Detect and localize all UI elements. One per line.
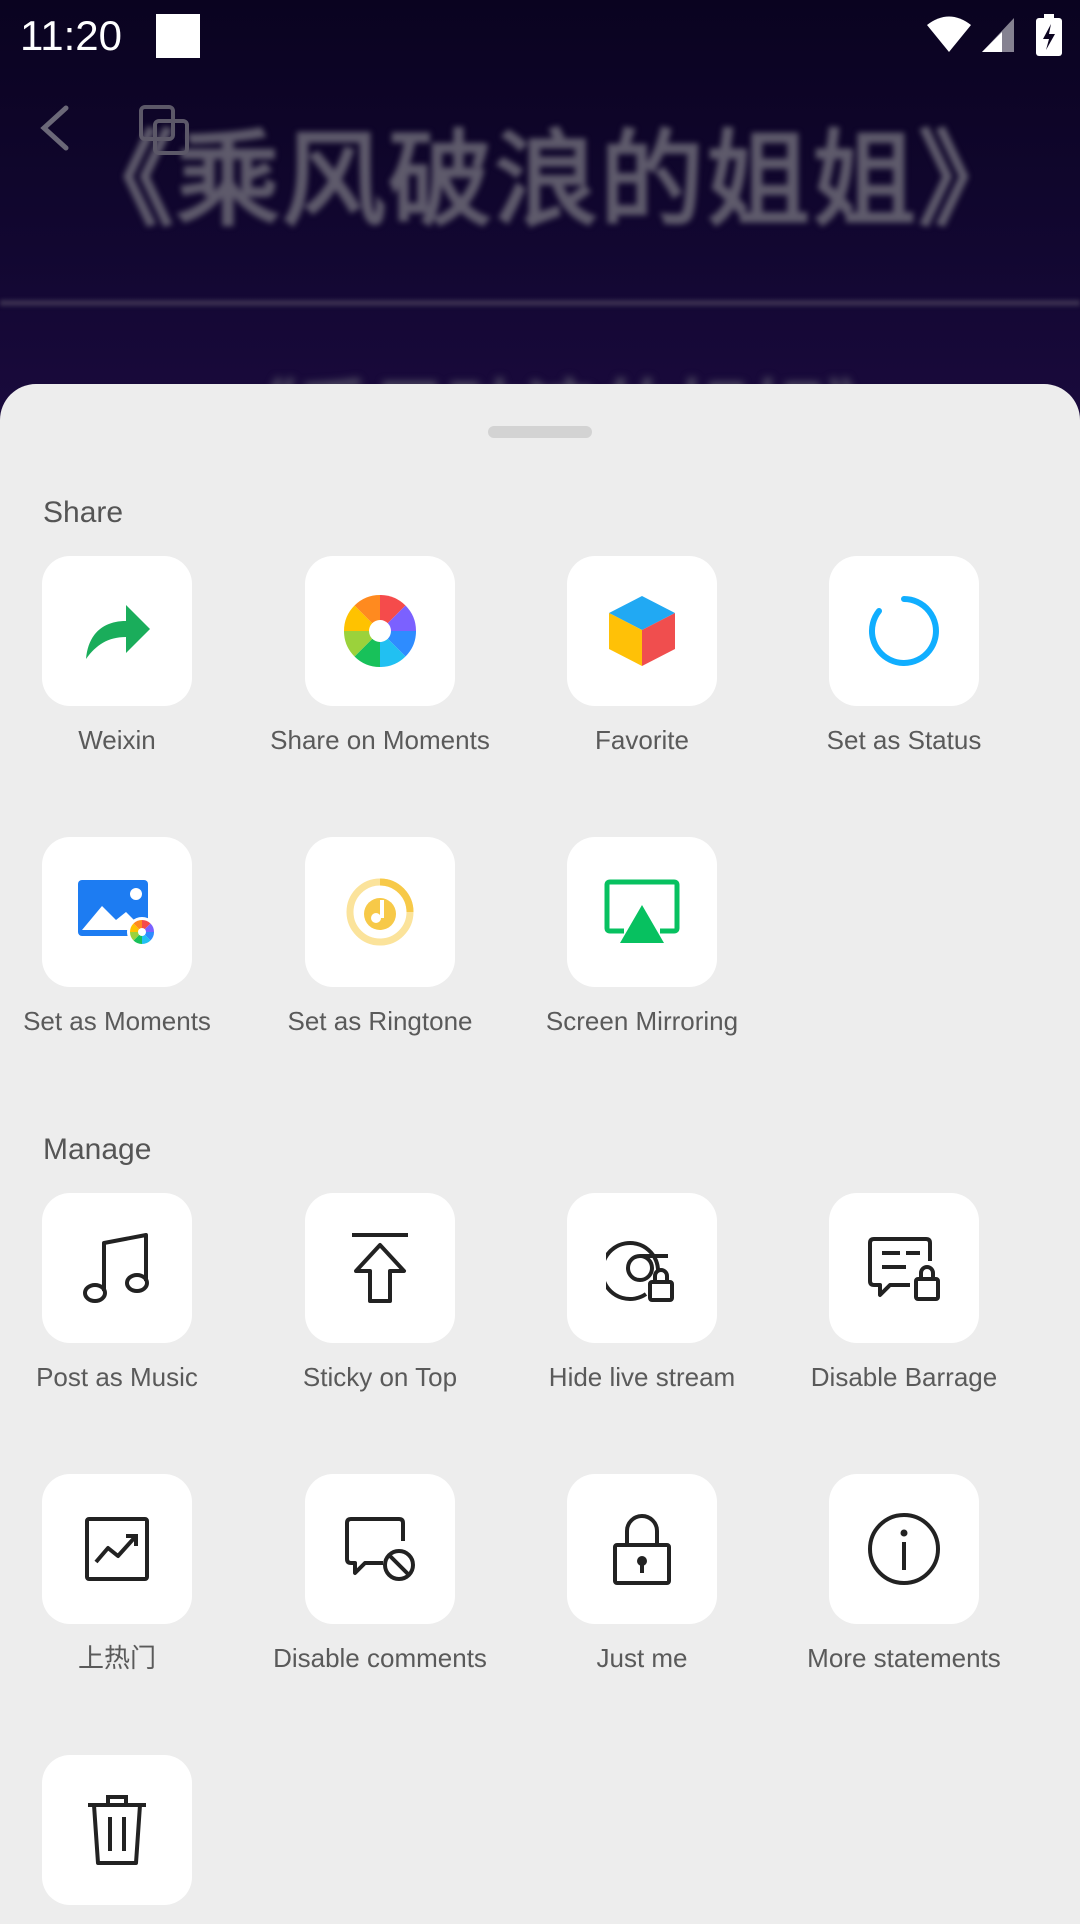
sheet-drag-handle[interactable]	[488, 426, 592, 438]
hide-live-stream-tile[interactable]	[567, 1193, 717, 1343]
favorite-tile[interactable]	[567, 556, 717, 706]
screen-mirroring-icon	[604, 879, 680, 943]
more-statements-label: More statements	[807, 1643, 1001, 1673]
ringtone-tile[interactable]	[305, 837, 455, 987]
screen-mirroring-label: Screen Mirroring	[545, 1006, 739, 1036]
just-me-tile[interactable]	[567, 1474, 717, 1624]
background-divider	[0, 300, 1080, 306]
sticky-top-icon	[352, 1233, 408, 1303]
disable-comments-tile[interactable]	[305, 1474, 455, 1624]
more-statements-button[interactable]: More statements	[773, 1474, 1035, 1676]
screen-mirroring-button[interactable]: Screen Mirroring	[511, 837, 773, 1039]
set-as-status-label: Set as Status	[826, 725, 982, 755]
disable-barrage-icon	[868, 1237, 940, 1301]
sticky-on-top-tile[interactable]	[305, 1193, 455, 1343]
weixin-tile[interactable]	[42, 556, 192, 706]
share-section-title: Share	[43, 496, 124, 529]
trending-icon	[85, 1517, 149, 1581]
disable-comments-label: Disable comments	[273, 1643, 487, 1673]
status-time: 11:20	[20, 12, 122, 59]
disable-barrage-tile[interactable]	[829, 1193, 979, 1343]
share-sheet: Share Weixin Share on Moments Favorite S…	[0, 384, 1080, 1924]
background-title: 《乘风破浪的姐姐》	[70, 119, 1025, 241]
wifi-icon	[927, 16, 971, 52]
trash-icon	[88, 1795, 146, 1865]
just-me-button[interactable]: Just me	[511, 1474, 773, 1676]
moments-shutter-icon	[343, 594, 417, 668]
favorite-label: Favorite	[595, 725, 689, 755]
post-as-music-button[interactable]: Post as Music	[0, 1193, 248, 1395]
set-as-ringtone-button[interactable]: Set as Ringtone	[249, 837, 511, 1039]
moments-tile[interactable]	[305, 556, 455, 706]
disable-comments-icon	[345, 1517, 415, 1581]
disable-barrage-label: Disable Barrage	[810, 1362, 998, 1392]
set-as-ringtone-label: Set as Ringtone	[287, 1006, 473, 1036]
image-moments-icon	[78, 880, 157, 947]
sticky-on-top-button[interactable]: Sticky on Top	[249, 1193, 511, 1395]
delete-button[interactable]	[0, 1755, 248, 1921]
signal-icon	[982, 18, 1014, 52]
cast-icon[interactable]	[138, 104, 190, 156]
sticky-on-top-label: Sticky on Top	[302, 1362, 458, 1392]
status-ring-icon	[869, 596, 939, 666]
music-note-icon	[83, 1233, 149, 1303]
screen-mirroring-tile[interactable]	[567, 837, 717, 987]
share-arrow-icon	[86, 605, 150, 659]
battery-icon	[1036, 14, 1062, 56]
disable-comments-button[interactable]: Disable comments	[249, 1474, 511, 1676]
set-as-moments-button[interactable]: Set as Moments	[0, 837, 248, 1039]
share-on-moments-button[interactable]: Share on Moments	[249, 556, 511, 758]
status-bar: 11:20	[0, 0, 1080, 74]
set-as-status-button[interactable]: Set as Status	[773, 556, 1035, 758]
hide-live-stream-label: Hide live stream	[548, 1362, 736, 1392]
ringtone-icon	[346, 878, 414, 946]
status-tile[interactable]	[829, 556, 979, 706]
trending-tile[interactable]	[42, 1474, 192, 1624]
weixin-button[interactable]: Weixin	[0, 556, 248, 758]
favorite-button[interactable]: Favorite	[511, 556, 773, 758]
manage-section-title: Manage	[43, 1133, 152, 1166]
info-icon	[868, 1513, 940, 1585]
hide-live-stream-button[interactable]: Hide live stream	[511, 1193, 773, 1395]
just-me-label: Just me	[596, 1643, 688, 1673]
notification-icon	[156, 14, 200, 58]
weixin-label: Weixin	[78, 725, 156, 755]
set-as-moments-label: Set as Moments	[23, 1006, 211, 1036]
hide-live-icon	[606, 1241, 674, 1302]
delete-tile[interactable]	[42, 1755, 192, 1905]
disable-barrage-button[interactable]: Disable Barrage	[773, 1193, 1035, 1395]
share-on-moments-label: Share on Moments	[270, 725, 490, 755]
post-as-music-tile[interactable]	[42, 1193, 192, 1343]
trending-label: 上热门	[77, 1643, 156, 1673]
lock-icon	[613, 1514, 671, 1585]
set-as-moments-tile[interactable]	[42, 837, 192, 987]
favorite-cube-icon	[609, 596, 675, 666]
trending-button[interactable]: 上热门	[0, 1474, 248, 1676]
more-statements-tile[interactable]	[829, 1474, 979, 1624]
post-as-music-label: Post as Music	[36, 1362, 198, 1392]
back-arrow-icon[interactable]	[36, 104, 76, 152]
